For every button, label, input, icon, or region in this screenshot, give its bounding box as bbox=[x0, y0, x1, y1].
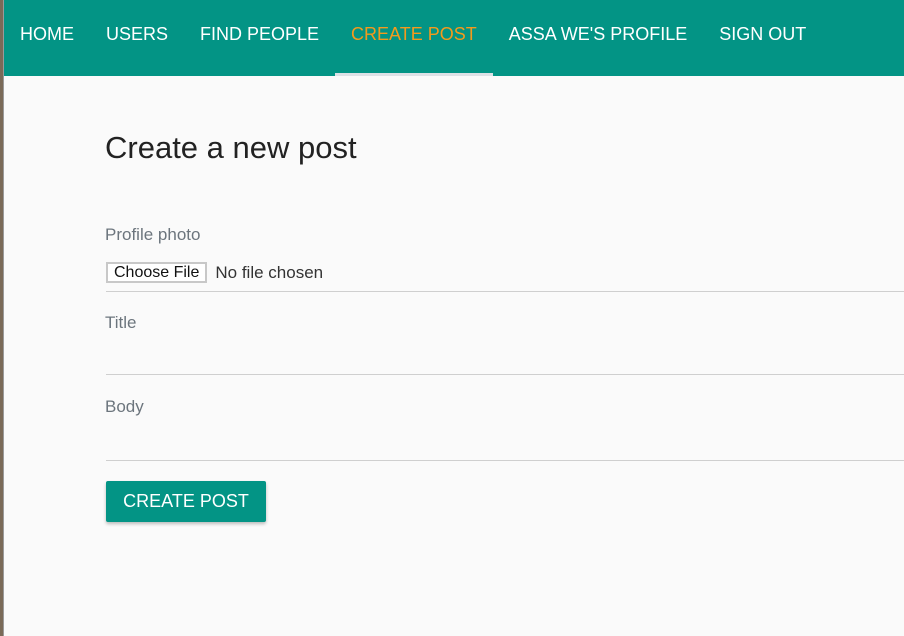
nav-find-people[interactable]: FIND PEOPLE bbox=[184, 0, 335, 76]
body-underline bbox=[106, 460, 904, 461]
top-navbar: HOME USERS FIND PEOPLE CREATE POST ASSA … bbox=[4, 0, 904, 76]
window-edge bbox=[0, 0, 4, 636]
nav-sign-out[interactable]: SIGN OUT bbox=[703, 0, 822, 76]
body-input[interactable] bbox=[106, 428, 904, 458]
photo-underline bbox=[106, 291, 904, 292]
nav-users[interactable]: USERS bbox=[90, 0, 184, 76]
nav-create-post[interactable]: CREATE POST bbox=[335, 0, 493, 76]
profile-photo-input[interactable]: Choose File No file chosen bbox=[106, 262, 323, 283]
title-underline bbox=[106, 374, 904, 375]
title-input[interactable] bbox=[106, 343, 904, 373]
title-label: Title bbox=[105, 313, 137, 332]
profile-photo-label: Profile photo bbox=[105, 225, 201, 244]
page-title: Create a new post bbox=[105, 130, 357, 165]
nav-profile[interactable]: ASSA WE'S PROFILE bbox=[493, 0, 704, 76]
body-label: Body bbox=[105, 397, 144, 416]
no-file-text: No file chosen bbox=[215, 262, 324, 282]
choose-file-button[interactable]: Choose File bbox=[106, 262, 208, 283]
nav-home[interactable]: HOME bbox=[4, 0, 90, 76]
create-post-button[interactable]: CREATE POST bbox=[106, 481, 266, 522]
